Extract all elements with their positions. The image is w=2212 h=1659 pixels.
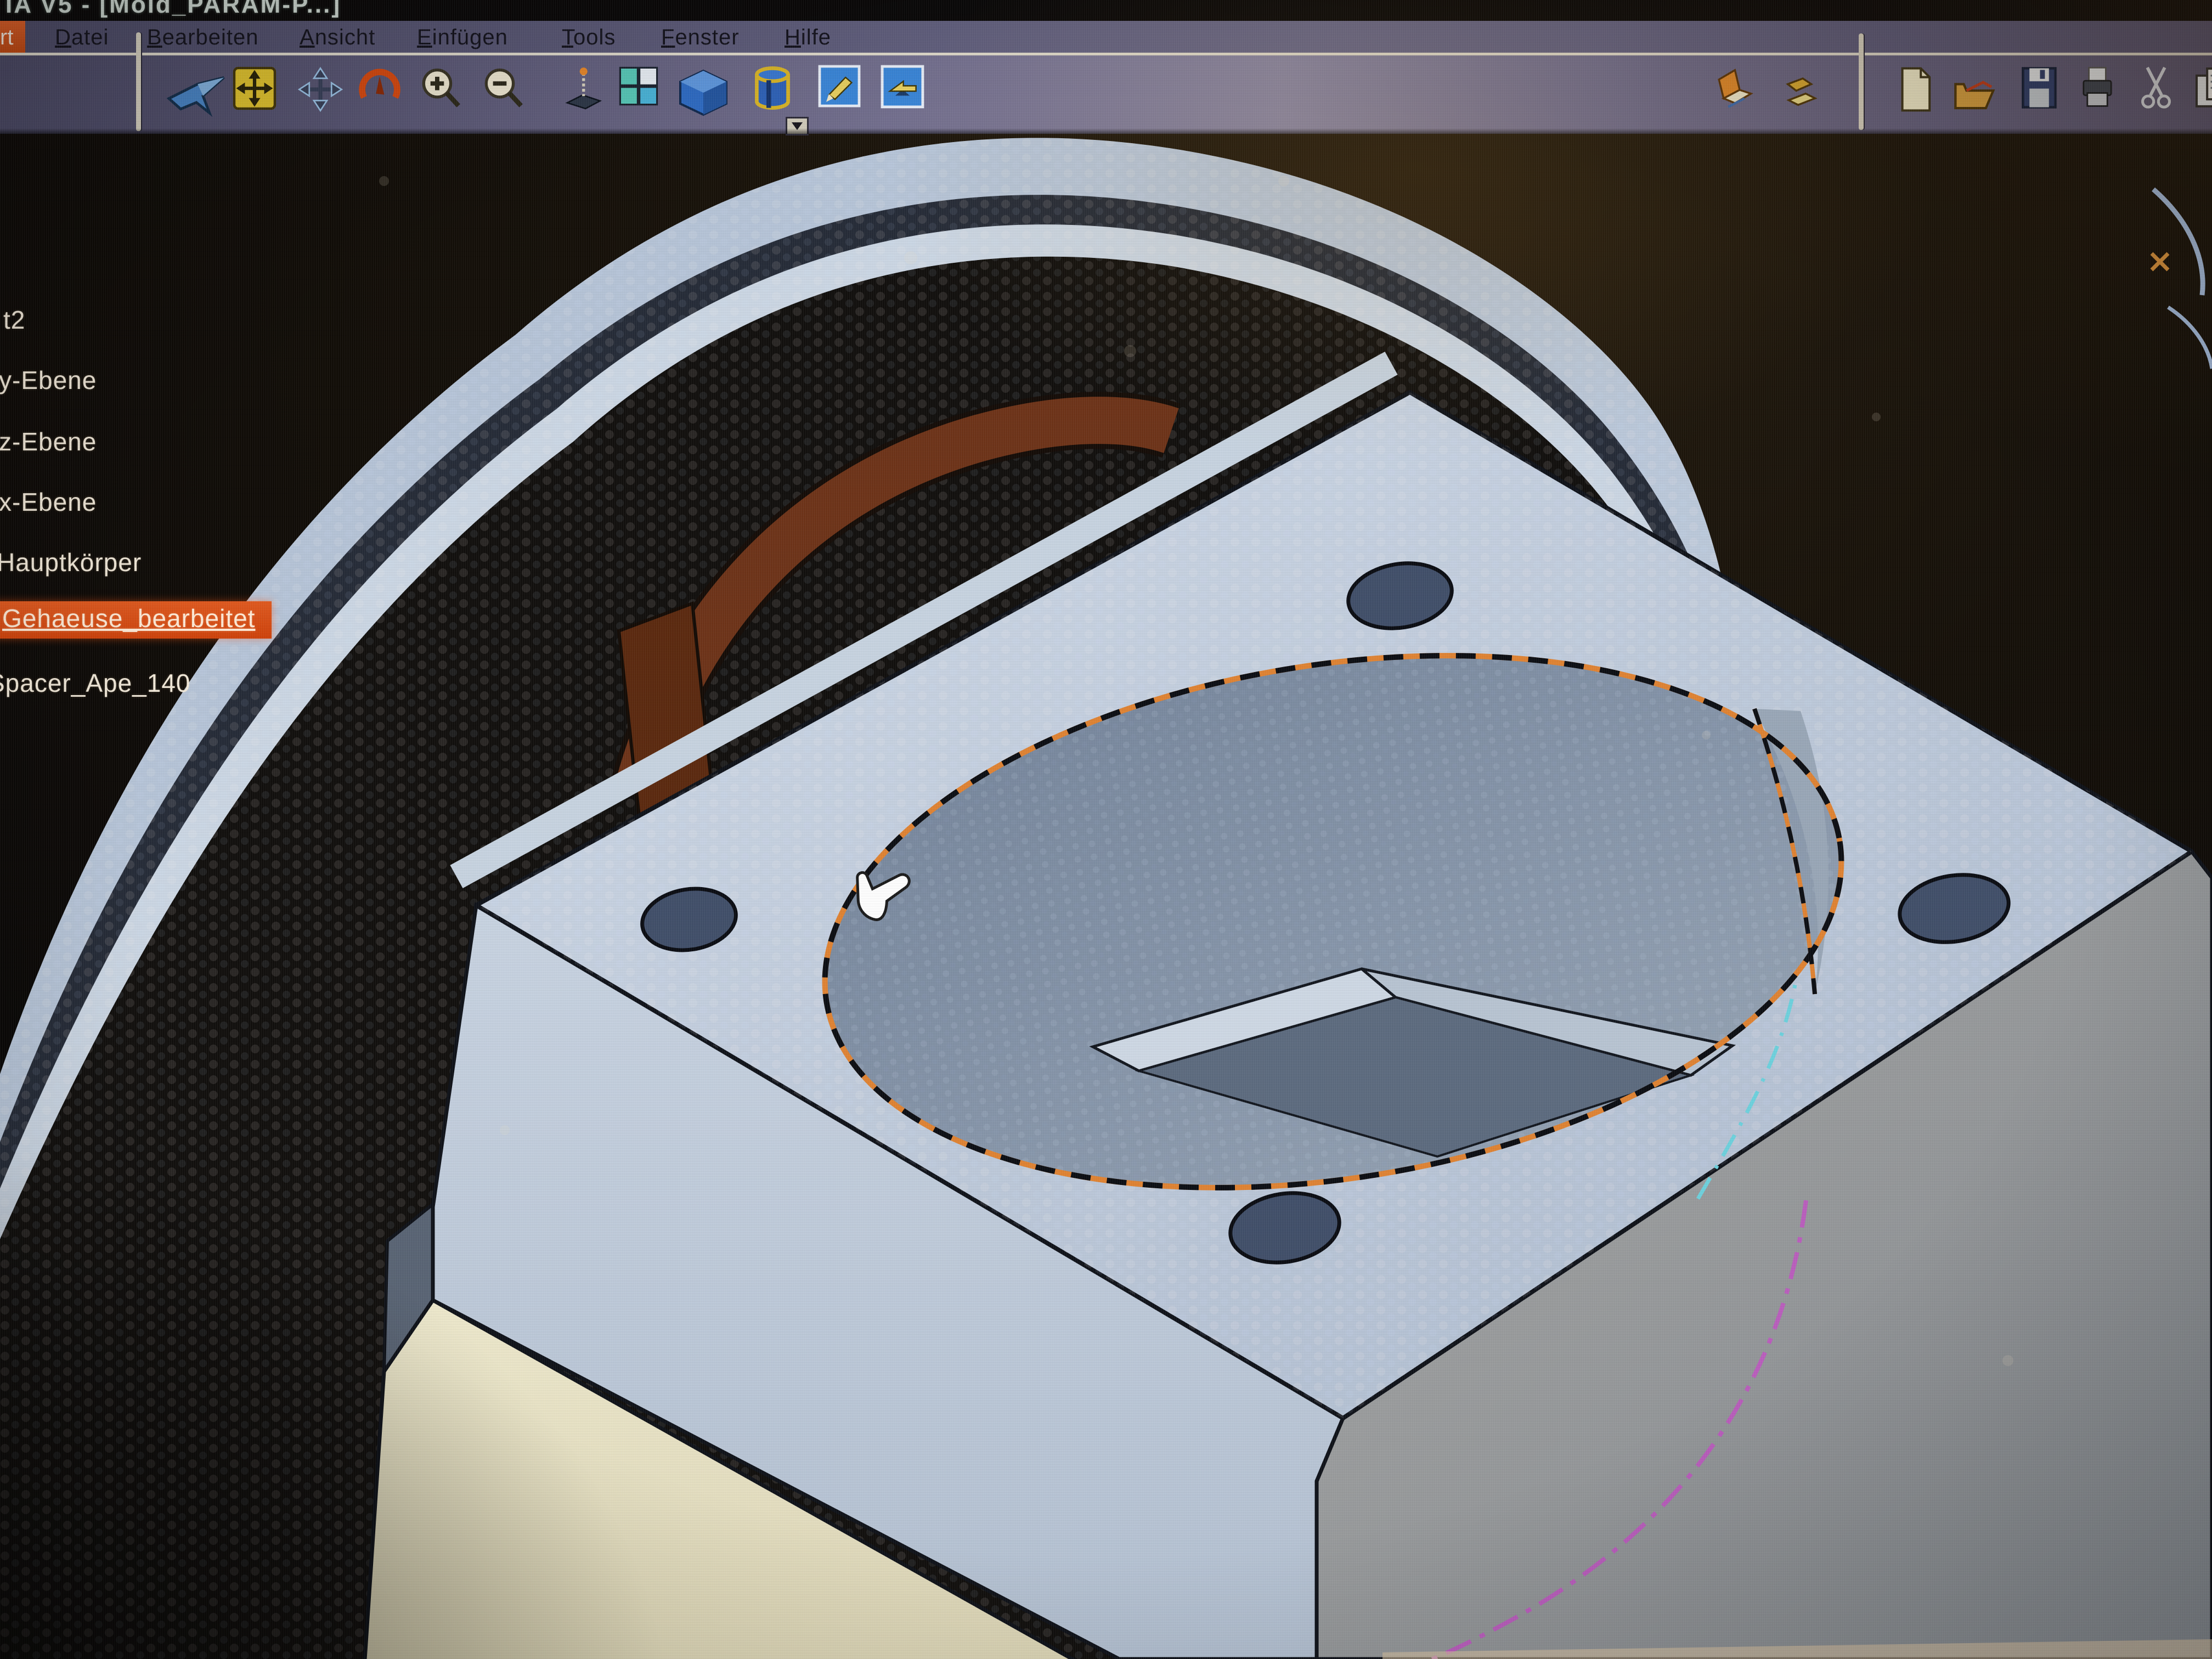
shading-dropdown-arrow[interactable]	[786, 117, 809, 136]
tree-item-part[interactable]: t2	[3, 305, 25, 335]
tree-item-yz-ebene[interactable]: yz-Ebene	[0, 427, 97, 456]
menu-tools[interactable]: Tools	[562, 25, 616, 50]
window-title: IA V5 - [Mold_PARAM-P...]	[5, 0, 341, 19]
new-document-icon[interactable]	[1893, 64, 1937, 115]
zoom-out-icon[interactable]	[479, 64, 528, 112]
fly-mode-icon[interactable]	[163, 70, 229, 117]
rotate-icon[interactable]	[357, 64, 403, 110]
catalog-icon[interactable]	[1776, 70, 1824, 115]
cad-viewport[interactable]	[0, 0, 2212, 1659]
pan-icon[interactable]	[295, 64, 346, 115]
fit-all-in-icon[interactable]	[230, 64, 279, 112]
toolbar	[0, 53, 2212, 134]
tree-item-spacer-ape-140[interactable]: Spacer_Ape_140	[0, 668, 191, 698]
print-icon[interactable]	[2078, 64, 2117, 110]
tree-item-xy-ebene[interactable]: xy-Ebene	[0, 365, 97, 395]
shading-with-edges-icon[interactable]	[749, 64, 795, 115]
menu-datei[interactable]: Datei	[55, 25, 109, 50]
menu-bearbeiten[interactable]: Bearbeiten	[147, 25, 258, 50]
normal-view-icon[interactable]	[558, 64, 607, 112]
menu-start-fragment[interactable]: rt	[0, 21, 25, 53]
menu-fenster[interactable]: Fenster	[661, 25, 740, 50]
menu-einfuegen[interactable]: Einfügen	[417, 25, 508, 50]
tree-item-hauptkoerper[interactable]: Hauptkörper	[0, 548, 142, 577]
open-folder-icon[interactable]	[1951, 70, 1997, 112]
isometric-view-icon[interactable]	[676, 67, 731, 118]
cut-icon[interactable]	[2136, 64, 2176, 114]
multi-view-icon[interactable]	[617, 64, 661, 108]
catia-window: IA V5 - [Mold_PARAM-P...] rt Datei Bearb…	[0, 0, 2212, 1659]
catalog-browser-icon[interactable]	[1709, 64, 1757, 115]
menu-hilfe[interactable]: Hilfe	[785, 25, 831, 50]
swap-visible-space-icon[interactable]	[880, 64, 925, 109]
toolbar-separator	[1859, 33, 1864, 130]
toolbar-handle[interactable]	[136, 32, 141, 131]
tree-item-gehaeuse-bearbeitet[interactable]: Gehaeuse_bearbeitet	[0, 601, 272, 639]
hide-show-icon[interactable]	[817, 64, 861, 108]
tree-item-zx-ebene[interactable]: zx-Ebene	[0, 487, 97, 517]
zoom-in-icon[interactable]	[417, 64, 465, 112]
save-icon[interactable]	[2019, 64, 2059, 111]
menu-bar: rt Datei Bearbeiten Ansicht Einfügen Too…	[0, 21, 2212, 53]
menu-ansicht[interactable]: Ansicht	[300, 25, 375, 50]
title-bar: IA V5 - [Mold_PARAM-P...]	[0, 0, 2212, 21]
copy-icon[interactable]	[2192, 64, 2212, 112]
